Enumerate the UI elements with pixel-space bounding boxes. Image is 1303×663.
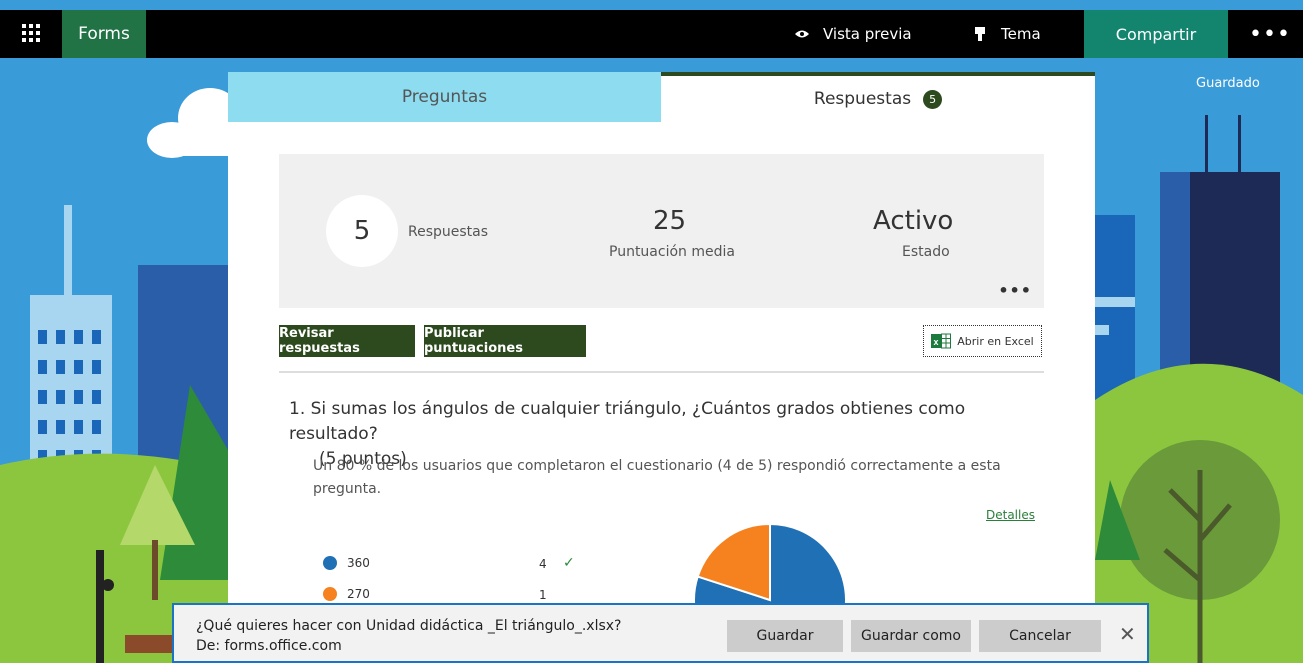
app-launcher-icon[interactable] [22,24,42,44]
open-in-excel-label: Abrir en Excel [957,334,1034,348]
tab-responses[interactable]: Respuestas 5 [661,72,1095,122]
preview-label: Vista previa [823,25,912,43]
download-bar: ¿Qué quieres hacer con Unidad didáctica … [172,603,1149,663]
excel-icon: x [931,333,952,349]
tab-questions-label: Preguntas [401,87,488,107]
more-options-button[interactable]: ••• [1249,10,1290,58]
top-bar: Forms Vista previa Tema Compartir ••• [0,10,1303,58]
tab-questions[interactable]: Preguntas [228,72,661,122]
summary-more-button[interactable]: ••• [998,281,1032,300]
summary-panel: 5 Respuestas 25 Puntuación media Activo … [279,154,1044,308]
responses-label: Respuestas [408,224,489,240]
question-title-line1: 1. Si sumas los ángulos de cualquier tri… [289,399,966,444]
download-question: ¿Qué quieres hacer con Unidad didáctica … [196,618,622,634]
avg-score-label: Puntuación media [609,244,735,260]
eye-icon [795,30,809,38]
preview-button[interactable]: Vista previa [795,10,912,58]
status-label: Estado [902,244,950,260]
legend-dot [323,556,337,570]
responses-count: 5 [326,195,398,267]
divider [279,371,1044,373]
cancel-button[interactable]: Cancelar [979,620,1101,652]
legend-item: 270 [323,587,370,601]
close-icon[interactable]: ✕ [1119,622,1136,646]
legend-dot [323,587,337,601]
saved-status: Guardado [1196,76,1260,91]
save-button[interactable]: Guardar [727,620,843,652]
question-description: Un 80 % de los usuarios que completaron … [313,458,1001,497]
answer-count: 1 [539,588,547,602]
legend-label: 270 [347,587,370,601]
brush-icon [975,27,985,41]
answer-count: 4 [539,557,547,571]
review-responses-button[interactable]: Revisar respuestas [279,325,415,357]
download-source: De: forms.office.com [196,638,342,654]
share-button[interactable]: Compartir [1084,10,1228,58]
correct-check-icon: ✓ [563,555,575,571]
save-as-button[interactable]: Guardar como [851,620,971,652]
open-in-excel-button[interactable]: x Abrir en Excel [923,325,1042,357]
app-name[interactable]: Forms [62,10,146,58]
avg-score-value: 25 [653,206,687,236]
responses-count-badge: 5 [923,89,943,109]
legend-item: 360 [323,556,370,570]
theme-label: Tema [1001,25,1041,43]
tab-responses-label: Respuestas [813,89,912,109]
status-value: Activo [873,206,954,236]
download-message: ¿Qué quieres hacer con Unidad didáctica … [196,616,622,656]
publish-scores-button[interactable]: Publicar puntuaciones [424,325,586,357]
svg-text:x: x [934,337,939,347]
theme-button[interactable]: Tema [975,10,1041,58]
details-link[interactable]: Detalles [986,508,1035,522]
form-card: Preguntas Respuestas 5 5 Respuestas 25 P… [228,72,1095,663]
legend-label: 360 [347,556,370,570]
